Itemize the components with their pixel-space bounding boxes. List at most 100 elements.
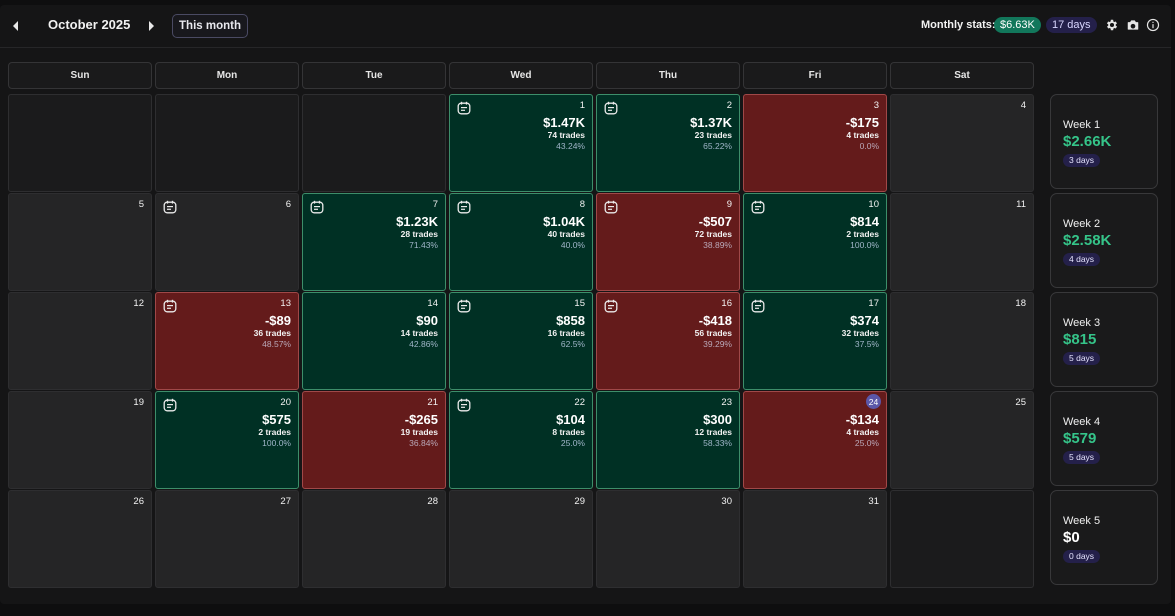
week-summary-card[interactable]: Week 3 $815 5 days [1050,292,1158,387]
calendar-day-cell[interactable]: 30 [596,490,740,588]
calendar-day-cell[interactable]: 19 [8,391,152,489]
calendar-day-cell[interactable]: 21 -$265 19 trades 36.84% [302,391,446,489]
calendar-day-cell[interactable]: 4 [890,94,1034,192]
day-win-rate: 37.5% [854,339,879,349]
weekday-header: Wed [449,62,593,89]
day-pnl: $1.37K [690,115,732,130]
calendar-day-cell[interactable]: 15 $858 16 trades 62.5% [449,292,593,390]
caret-right-icon[interactable] [145,18,157,34]
calendar-day-cell[interactable]: 28 [302,490,446,588]
monthly-days-badge: 17 days [1046,17,1097,33]
day-number: 16 [721,298,732,309]
day-pnl: -$265 [404,412,438,427]
journal-note-icon[interactable] [457,398,471,412]
journal-note-icon[interactable] [310,200,324,214]
calendar-day-cell[interactable]: 23 $300 12 trades 58.33% [596,391,740,489]
journal-note-icon[interactable] [751,200,765,214]
calendar-app: October 2025 This month Monthly stats: $… [0,5,1171,604]
info-icon[interactable] [1146,18,1161,33]
camera-icon[interactable] [1126,18,1141,33]
journal-note-icon[interactable] [163,200,177,214]
week-days-badge: 3 days [1063,154,1101,167]
calendar-day-cell[interactable]: 25 [890,391,1034,489]
journal-note-icon[interactable] [163,398,177,412]
calendar-day-cell[interactable]: 13 -$89 36 trades 48.57% [155,292,299,390]
day-number: 13 [280,298,291,309]
day-pnl: $300 [703,412,732,427]
calendar-day-cell[interactable]: 1 $1.47K 74 trades 43.24% [449,94,593,192]
weekday-header: Sun [8,62,152,89]
day-pnl: $575 [262,412,291,427]
day-pnl: $814 [850,214,879,229]
journal-note-icon[interactable] [604,299,618,313]
journal-note-icon[interactable] [751,299,765,313]
caret-left-icon[interactable] [10,18,22,34]
day-trade-count: 36 trades [253,328,291,338]
week-pnl: $579 [1063,430,1097,447]
day-win-rate: 48.57% [262,339,291,349]
today-day-number: 24 [866,394,881,409]
day-pnl: $90 [416,313,438,328]
calendar-day-cell[interactable]: 29 [449,490,593,588]
journal-note-icon[interactable] [457,200,471,214]
calendar-day-cell[interactable]: 18 [890,292,1034,390]
day-number: 20 [280,397,291,408]
calendar-day-cell[interactable]: 31 [743,490,887,588]
calendar-day-cell[interactable]: 10 $814 2 trades 100.0% [743,193,887,291]
day-number: 19 [133,397,144,408]
day-trade-count: 19 trades [400,427,438,437]
calendar-day-cell[interactable]: 17 $374 32 trades 37.5% [743,292,887,390]
calendar-day-cell[interactable]: 8 $1.04K 40 trades 40.0% [449,193,593,291]
calendar-day-cell[interactable]: 12 [8,292,152,390]
day-number: 7 [432,199,438,210]
day-trade-count: 72 trades [694,229,732,239]
day-pnl: $374 [850,313,879,328]
calendar-day-cell[interactable]: 22 $104 8 trades 25.0% [449,391,593,489]
calendar-day-cell[interactable]: 14 $90 14 trades 42.86% [302,292,446,390]
week-summary-card[interactable]: Week 4 $579 5 days [1050,391,1158,486]
week-summary-card[interactable]: Week 5 $0 0 days [1050,490,1158,585]
day-number: 29 [574,496,585,507]
calendar-day-cell[interactable]: 9 -$507 72 trades 38.89% [596,193,740,291]
calendar-day-cell[interactable]: 5 [8,193,152,291]
day-number: 11 [1016,199,1026,210]
day-win-rate: 36.84% [409,438,438,448]
day-pnl: $1.47K [543,115,585,130]
calendar-day-cell[interactable]: 6 [155,193,299,291]
journal-note-icon[interactable] [163,299,177,313]
day-trade-count: 56 trades [694,328,732,338]
calendar-day-cell[interactable]: 26 [8,490,152,588]
calendar-day-cell[interactable]: 24 -$134 4 trades 25.0% [743,391,887,489]
day-number: 5 [138,199,144,210]
day-number: 2 [726,100,732,111]
day-pnl: -$418 [698,313,732,328]
journal-note-icon[interactable] [457,101,471,115]
day-trade-count: 2 trades [258,427,291,437]
day-trade-count: 23 trades [694,130,732,140]
week-summary-card[interactable]: Week 1 $2.66K 3 days [1050,94,1158,189]
this-month-button[interactable]: This month [172,14,248,38]
calendar-day-cell[interactable]: 11 [890,193,1034,291]
gear-icon[interactable] [1105,18,1120,33]
calendar-day-cell[interactable]: 3 -$175 4 trades 0.0% [743,94,887,192]
journal-note-icon[interactable] [604,101,618,115]
calendar-day-cell[interactable]: 2 $1.37K 23 trades 65.22% [596,94,740,192]
calendar-day-cell[interactable]: 7 $1.23K 28 trades 71.43% [302,193,446,291]
day-pnl: -$507 [698,214,732,229]
journal-note-icon[interactable] [457,299,471,313]
day-pnl: $858 [556,313,585,328]
week-summary-card[interactable]: Week 2 $2.58K 4 days [1050,193,1158,288]
day-number: 8 [579,199,585,210]
day-number: 15 [574,298,585,309]
calendar-day-cell[interactable]: 16 -$418 56 trades 39.29% [596,292,740,390]
calendar-day-cell[interactable]: 20 $575 2 trades 100.0% [155,391,299,489]
day-win-rate: 38.89% [703,240,732,250]
monthly-pnl-badge: $6.63K [994,17,1041,33]
day-win-rate: 0.0% [859,141,879,151]
journal-note-icon[interactable] [604,200,618,214]
week-label: Week 5 [1063,515,1101,527]
calendar-day-cell[interactable]: 27 [155,490,299,588]
day-win-rate: 42.86% [409,339,438,349]
week-label: Week 3 [1063,317,1101,329]
day-number: 9 [726,199,732,210]
